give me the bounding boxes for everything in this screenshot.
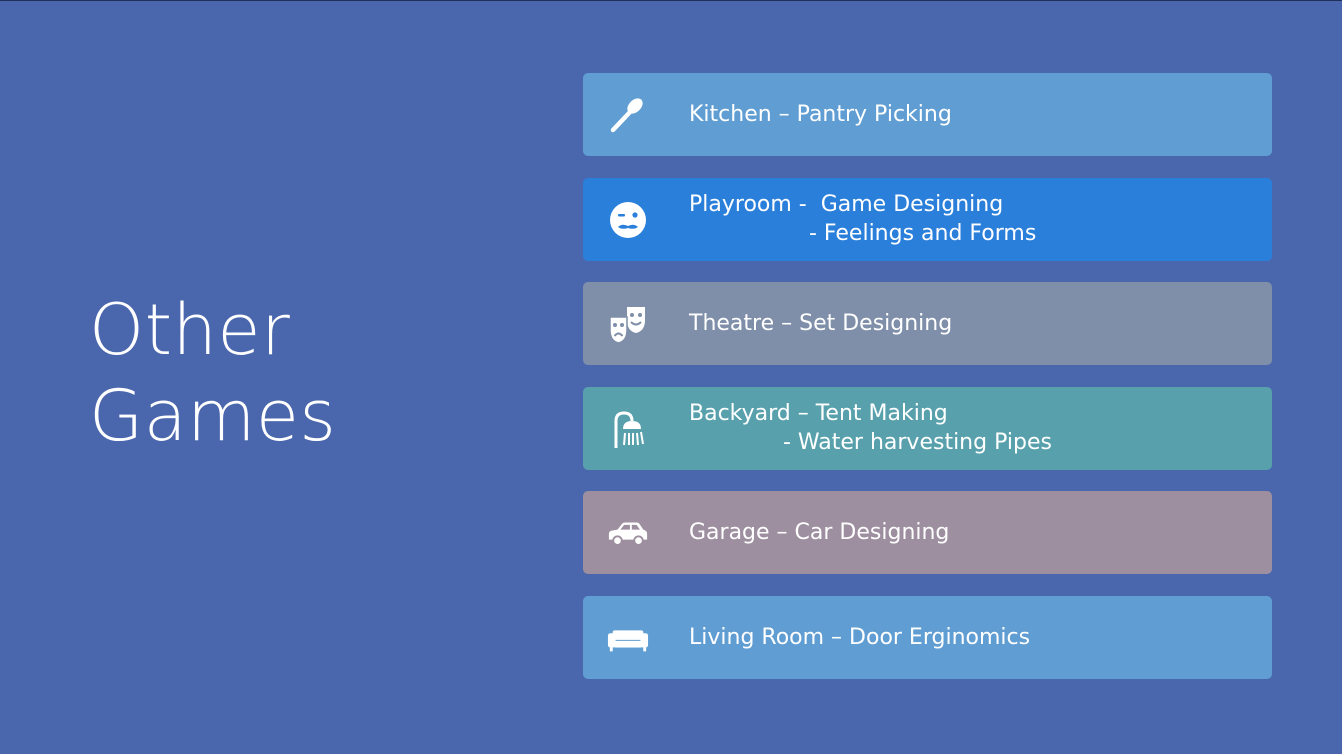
item-text: Living Room – Door Erginomics	[689, 596, 1256, 679]
item-label: Garage – Car Designing	[689, 520, 950, 545]
item-label: Backyard – Tent Making	[689, 401, 948, 426]
list-item-backyard: Backyard – Tent Making - Water harvestin…	[583, 386, 1272, 470]
list-item-garage: Garage – Car Designing	[583, 491, 1272, 574]
slide-title: Other Games	[89, 287, 336, 459]
car-icon	[607, 512, 649, 554]
item-text: Playroom - Game Designing - Feelings and…	[689, 178, 1256, 261]
item-sublabel: - Water harvesting Pipes	[783, 430, 1052, 455]
list-item-playroom: Playroom - Game Designing - Feelings and…	[583, 177, 1272, 261]
item-label: Theatre – Set Designing	[689, 311, 953, 336]
item-text: Kitchen – Pantry Picking	[689, 73, 1256, 156]
list-item-kitchen: Kitchen – Pantry Picking	[583, 73, 1272, 156]
item-text: Theatre – Set Designing	[689, 282, 1256, 365]
theatre-masks-icon	[607, 303, 649, 345]
item-text: Garage – Car Designing	[689, 491, 1256, 574]
title-line-2: Games	[89, 375, 337, 457]
list-item-living-room: Living Room – Door Erginomics	[583, 595, 1272, 679]
face-icon	[607, 199, 649, 241]
item-label: Living Room – Door Erginomics	[689, 624, 1031, 650]
item-label: Kitchen – Pantry Picking	[689, 102, 952, 127]
title-line-1: Other	[89, 289, 291, 371]
item-sublabel: - Feelings and Forms	[809, 221, 1037, 246]
shower-icon	[607, 408, 649, 450]
sofa-icon	[607, 617, 649, 659]
item-text: Backyard – Tent Making - Water harvestin…	[689, 387, 1256, 470]
spoon-icon	[607, 94, 649, 136]
games-list: Kitchen – Pantry Picking Playroom - Game…	[583, 73, 1272, 700]
list-item-theatre: Theatre – Set Designing	[583, 282, 1272, 365]
item-label: Playroom - Game Designing	[689, 192, 1004, 217]
